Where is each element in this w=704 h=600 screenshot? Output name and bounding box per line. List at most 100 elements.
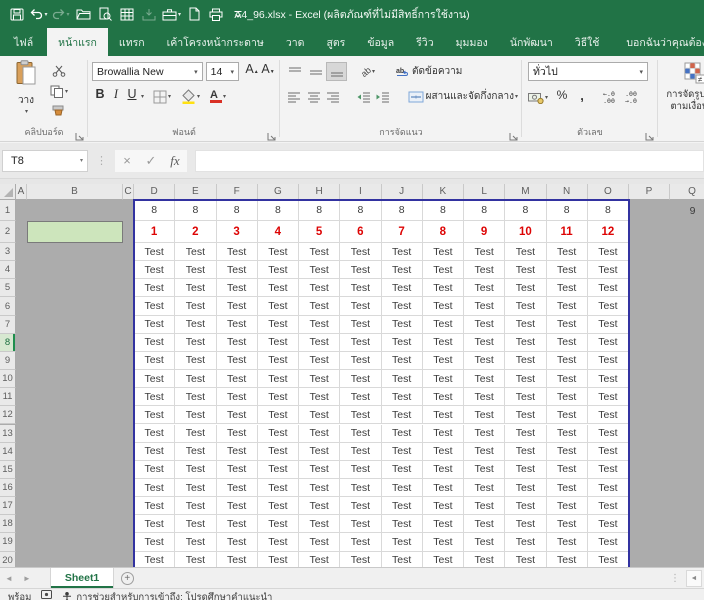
percent-style-button[interactable]: %: [554, 88, 570, 107]
cell-F3[interactable]: Test: [217, 243, 258, 261]
cell-L16[interactable]: Test: [464, 479, 505, 497]
cell-J16[interactable]: Test: [382, 479, 423, 497]
cell-G13[interactable]: Test: [258, 425, 299, 443]
cell-L14[interactable]: Test: [464, 443, 505, 461]
cell-J15[interactable]: Test: [382, 461, 423, 479]
cell-E9[interactable]: Test: [175, 352, 216, 370]
increase-indent-button[interactable]: [373, 87, 393, 106]
cancel-entry-button[interactable]: ×: [115, 150, 139, 172]
cell-F8[interactable]: Test: [217, 334, 258, 352]
cell-F7[interactable]: Test: [217, 316, 258, 334]
row-header-18[interactable]: 18: [0, 515, 16, 533]
cell-M11[interactable]: Test: [505, 388, 546, 406]
cell-M14[interactable]: Test: [505, 443, 546, 461]
sheet-nav-left-icon[interactable]: ◄: [0, 568, 18, 588]
column-header-M[interactable]: M: [505, 184, 546, 200]
cell-N9[interactable]: Test: [547, 352, 588, 370]
cell-K7[interactable]: Test: [423, 316, 464, 334]
cell-E12[interactable]: Test: [175, 406, 216, 424]
cell-H9[interactable]: Test: [299, 352, 340, 370]
cell-O5[interactable]: Test: [588, 279, 629, 297]
cell-L11[interactable]: Test: [464, 388, 505, 406]
cell-K2[interactable]: 8: [423, 221, 464, 243]
cell-H3[interactable]: Test: [299, 243, 340, 261]
cell-O10[interactable]: Test: [588, 370, 629, 388]
cell-G16[interactable]: Test: [258, 479, 299, 497]
tab-7[interactable]: รีวิว: [405, 28, 444, 56]
cell-E11[interactable]: Test: [175, 388, 216, 406]
cell-G3[interactable]: Test: [258, 243, 299, 261]
tab-1[interactable]: หน้าแรก: [47, 28, 108, 56]
cell-O14[interactable]: Test: [588, 443, 629, 461]
cell-D3[interactable]: Test: [134, 243, 175, 261]
cell-F19[interactable]: Test: [217, 533, 258, 551]
cell-D18[interactable]: Test: [134, 515, 175, 533]
decrease-indent-button[interactable]: [353, 87, 373, 106]
cell-M4[interactable]: Test: [505, 261, 546, 279]
cell-N1[interactable]: 8: [547, 200, 588, 221]
table-icon[interactable]: [118, 4, 136, 24]
tools-icon[interactable]: ▾: [162, 4, 181, 24]
cell-G20[interactable]: Test: [258, 552, 299, 567]
cell-G19[interactable]: Test: [258, 533, 299, 551]
filled-cell-B2[interactable]: [27, 221, 123, 243]
cell-I10[interactable]: Test: [340, 370, 381, 388]
cell-K14[interactable]: Test: [423, 443, 464, 461]
cell-K13[interactable]: Test: [423, 425, 464, 443]
cell-L4[interactable]: Test: [464, 261, 505, 279]
cell-N5[interactable]: Test: [547, 279, 588, 297]
cell-F14[interactable]: Test: [217, 443, 258, 461]
confirm-entry-button[interactable]: ✓: [139, 150, 163, 172]
clipboard-dialog-launcher-icon[interactable]: [75, 129, 85, 139]
cell-E14[interactable]: Test: [175, 443, 216, 461]
cell-D7[interactable]: Test: [134, 316, 175, 334]
cell-G18[interactable]: Test: [258, 515, 299, 533]
cell-H19[interactable]: Test: [299, 533, 340, 551]
cell-E8[interactable]: Test: [175, 334, 216, 352]
cell-L19[interactable]: Test: [464, 533, 505, 551]
cell-D20[interactable]: Test: [134, 552, 175, 567]
cell-L8[interactable]: Test: [464, 334, 505, 352]
cell-M18[interactable]: Test: [505, 515, 546, 533]
cell-M13[interactable]: Test: [505, 425, 546, 443]
cell-O11[interactable]: Test: [588, 388, 629, 406]
cell-H15[interactable]: Test: [299, 461, 340, 479]
row-header-19[interactable]: 19: [0, 533, 16, 551]
column-header-K[interactable]: K: [423, 184, 464, 200]
cell-I14[interactable]: Test: [340, 443, 381, 461]
column-header-C[interactable]: C: [123, 184, 134, 200]
cell-L18[interactable]: Test: [464, 515, 505, 533]
cell-G9[interactable]: Test: [258, 352, 299, 370]
cell-L10[interactable]: Test: [464, 370, 505, 388]
italic-button[interactable]: I: [108, 87, 124, 106]
insert-function-button[interactable]: fx: [163, 150, 187, 172]
cell-L1[interactable]: 8: [464, 200, 505, 221]
cell-E3[interactable]: Test: [175, 243, 216, 261]
cell-O16[interactable]: Test: [588, 479, 629, 497]
top-align-button[interactable]: [284, 62, 305, 81]
cell-L5[interactable]: Test: [464, 279, 505, 297]
cell-H20[interactable]: Test: [299, 552, 340, 567]
cell-D1[interactable]: 8: [134, 200, 175, 221]
cell-D16[interactable]: Test: [134, 479, 175, 497]
cell-O9[interactable]: Test: [588, 352, 629, 370]
cell-I3[interactable]: Test: [340, 243, 381, 261]
cell-L13[interactable]: Test: [464, 425, 505, 443]
cell-N17[interactable]: Test: [547, 497, 588, 515]
cell-F13[interactable]: Test: [217, 425, 258, 443]
cell-M3[interactable]: Test: [505, 243, 546, 261]
cell-G14[interactable]: Test: [258, 443, 299, 461]
cell-H7[interactable]: Test: [299, 316, 340, 334]
row-header-6[interactable]: 6: [0, 297, 16, 315]
cell-I5[interactable]: Test: [340, 279, 381, 297]
row-header-8[interactable]: 8: [0, 334, 16, 352]
cell-O17[interactable]: Test: [588, 497, 629, 515]
increase-decimal-button[interactable]: ←.0 .00: [598, 89, 620, 107]
cell-E15[interactable]: Test: [175, 461, 216, 479]
cell-D4[interactable]: Test: [134, 261, 175, 279]
cell-F17[interactable]: Test: [217, 497, 258, 515]
cell-K19[interactable]: Test: [423, 533, 464, 551]
cell-M17[interactable]: Test: [505, 497, 546, 515]
column-header-G[interactable]: G: [258, 184, 299, 200]
column-header-L[interactable]: L: [464, 184, 505, 200]
